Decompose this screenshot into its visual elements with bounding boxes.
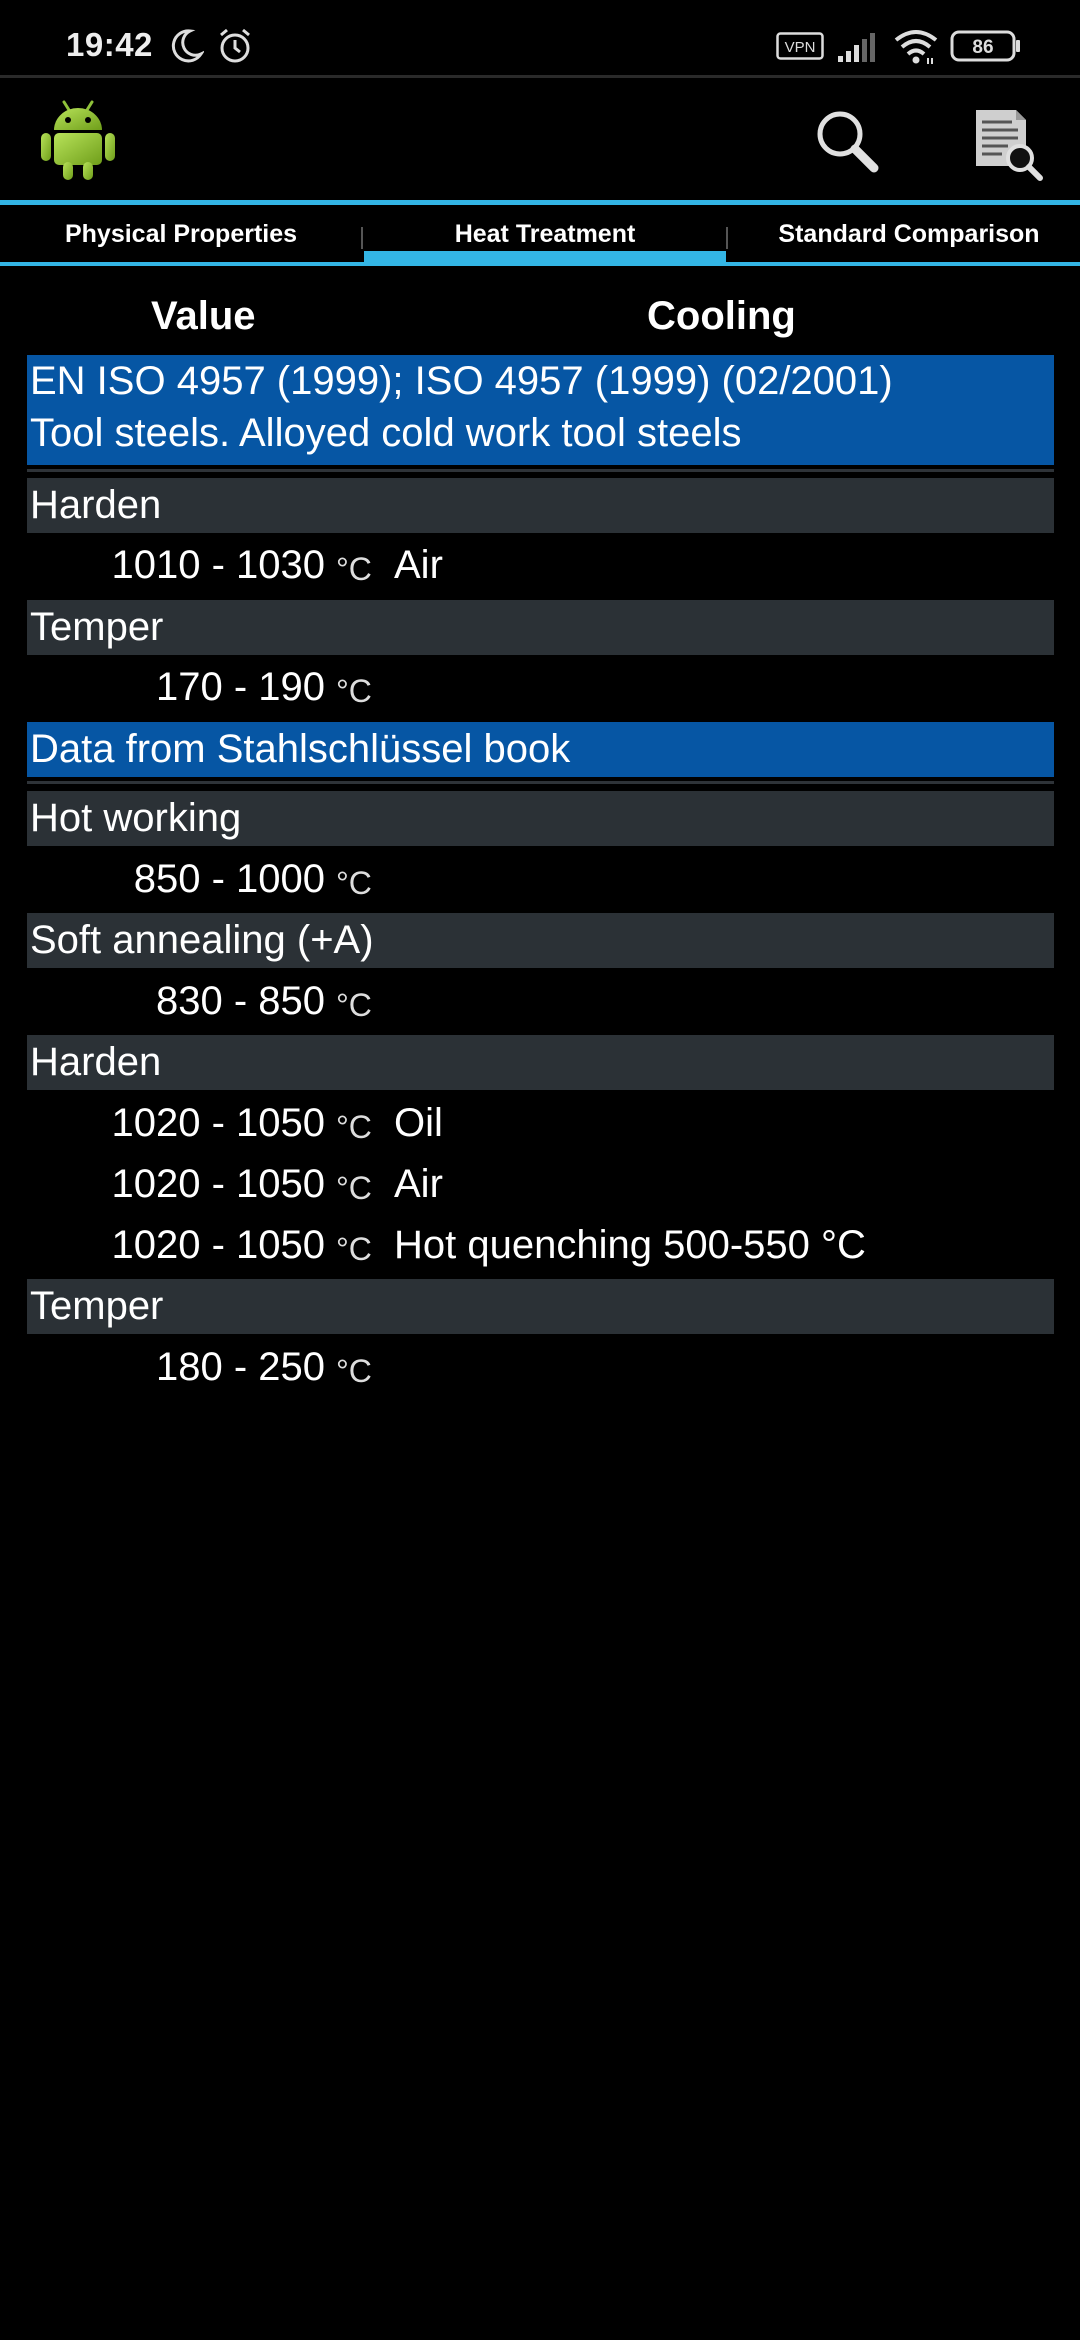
unit-label: °C xyxy=(336,1353,372,1389)
tab-label: Standard Comparison xyxy=(778,219,1040,248)
status-bar: 19:42 VPN 86 xyxy=(0,0,1080,75)
cooling-value: Hot quenching 500-550 °C xyxy=(394,1223,866,1267)
unit-label: °C xyxy=(336,1170,372,1206)
section-soft-annealing: Soft annealing (+A) xyxy=(27,913,1054,968)
signal-icon xyxy=(836,30,880,69)
column-header-value: Value xyxy=(151,294,256,338)
table-row: 180 - 250 °C xyxy=(0,1338,1080,1396)
tab-separator xyxy=(361,227,363,249)
tab-physical-properties[interactable]: Physical Properties xyxy=(0,205,362,263)
tab-bar-bottom-line xyxy=(0,262,1080,266)
section-harden: Harden xyxy=(27,1035,1054,1090)
temperature-value: 850 - 1000 xyxy=(133,857,325,901)
screen: 19:42 VPN 86 Physical Properties Heat Tr… xyxy=(0,0,1080,2340)
section-temper: Temper xyxy=(27,1279,1054,1334)
section-harden: Harden xyxy=(27,478,1054,533)
unit-label: °C xyxy=(336,551,372,587)
tab-label: Heat Treatment xyxy=(454,219,636,248)
svg-text:86: 86 xyxy=(972,37,993,58)
table-row: 830 - 850 °C xyxy=(0,972,1080,1030)
banner-line: Data from Stahlschlüssel book xyxy=(30,727,571,771)
temperature-value: 180 - 250 xyxy=(155,1345,325,1389)
cooling-value: Air xyxy=(394,543,443,587)
banner-divider xyxy=(27,781,1054,784)
table-row: 1010 - 1030 °C Air xyxy=(0,536,1080,594)
alarm-icon xyxy=(216,27,254,70)
standard-banner: EN ISO 4957 (1999); ISO 4957 (1999) (02/… xyxy=(27,355,1054,465)
tab-label: Physical Properties xyxy=(64,219,298,248)
unit-label: °C xyxy=(336,1109,372,1145)
wifi-icon xyxy=(892,28,940,71)
temperature-value: 830 - 850 xyxy=(155,979,325,1023)
tab-standard-comparison[interactable]: Standard Comparison xyxy=(728,205,1080,263)
moon-icon xyxy=(170,28,206,69)
table-row: 170 - 190 °C xyxy=(0,658,1080,716)
cooling-value: Air xyxy=(394,1162,443,1206)
document-search-icon[interactable] xyxy=(972,106,1044,187)
temperature-value: 1010 - 1030 xyxy=(111,543,325,587)
banner-line: Tool steels. Alloyed cold work tool stee… xyxy=(30,411,742,455)
column-header-cooling: Cooling xyxy=(647,294,796,338)
unit-label: °C xyxy=(336,673,372,709)
section-temper: Temper xyxy=(27,600,1054,655)
source-banner: Data from Stahlschlüssel book xyxy=(27,722,1054,777)
android-logo-icon[interactable] xyxy=(38,98,118,187)
section-hot-working: Hot working xyxy=(27,791,1054,846)
vpn-icon: VPN xyxy=(776,32,824,65)
temperature-value: 1020 - 1050 xyxy=(111,1101,325,1145)
battery-icon: 86 xyxy=(950,30,1022,67)
unit-label: °C xyxy=(336,987,372,1023)
temperature-value: 1020 - 1050 xyxy=(111,1162,325,1206)
temperature-value: 170 - 190 xyxy=(155,665,325,709)
temperature-value: 1020 - 1050 xyxy=(111,1223,325,1267)
table-row: 1020 - 1050 °C Air xyxy=(0,1155,1080,1213)
tab-bar: Physical Properties Heat Treatment Stand… xyxy=(0,205,1080,263)
table-row: 850 - 1000 °C xyxy=(0,850,1080,908)
banner-divider xyxy=(27,469,1054,472)
search-icon[interactable] xyxy=(814,108,880,179)
cooling-value: Oil xyxy=(394,1101,443,1145)
unit-label: °C xyxy=(336,865,372,901)
status-time: 19:42 xyxy=(66,26,153,63)
table-row: 1020 - 1050 °C Oil xyxy=(0,1094,1080,1152)
banner-line: EN ISO 4957 (1999); ISO 4957 (1999) (02/… xyxy=(30,359,893,403)
svg-text:VPN: VPN xyxy=(785,39,816,56)
unit-label: °C xyxy=(336,1231,372,1267)
action-bar xyxy=(0,78,1080,200)
table-row: 1020 - 1050 °C Hot quenching 500-550 °C xyxy=(0,1216,1080,1274)
